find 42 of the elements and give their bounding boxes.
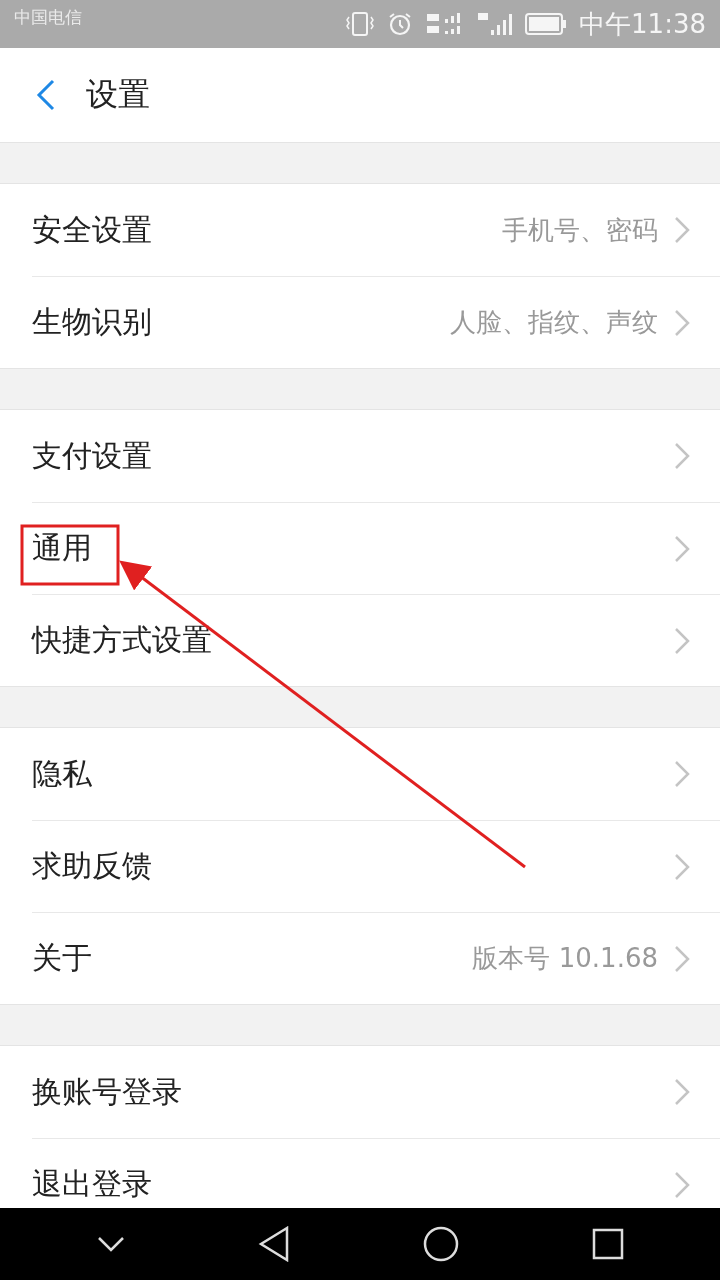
chevron-right-icon xyxy=(674,534,690,563)
back-icon[interactable] xyxy=(257,1226,290,1262)
chevron-right-icon xyxy=(674,1078,690,1106)
settings-row[interactable]: 生物识别 人脸、指纹、声纹 xyxy=(32,276,720,368)
row-label: 关于 xyxy=(32,939,93,977)
row-label: 安全设置 xyxy=(32,210,153,249)
settings-row[interactable]: 关于 版本号 10.1.68 xyxy=(32,912,720,1004)
settings-row[interactable]: 换账号登录 xyxy=(32,1046,720,1138)
chevron-right-icon xyxy=(674,944,690,973)
row-label: 生物识别 xyxy=(32,303,153,341)
carrier-name: 中国电信 xyxy=(14,6,82,29)
chevron-right-icon xyxy=(674,852,690,881)
chevron-right-icon xyxy=(674,1170,690,1199)
chevron-down-icon[interactable] xyxy=(96,1236,125,1252)
settings-row[interactable]: 隐私 xyxy=(32,728,720,820)
row-label: 支付设置 xyxy=(32,436,153,475)
settings-row[interactable]: 安全设置 手机号、密码 xyxy=(32,184,720,276)
settings-row[interactable]: 求助反馈 xyxy=(32,820,720,912)
settings-row[interactable]: 支付设置 xyxy=(32,410,720,502)
chevron-right-icon xyxy=(674,760,690,788)
row-value: 手机号、密码 xyxy=(502,213,658,247)
row-value: 人脸、指纹、声纹 xyxy=(450,306,658,339)
row-label: 通用 xyxy=(32,529,93,567)
signal-icon xyxy=(477,11,514,37)
page-title: 设置 xyxy=(86,74,150,115)
chevron-right-icon xyxy=(674,216,690,244)
row-label: 退出登录 xyxy=(32,1165,153,1203)
row-value: 版本号 10.1.68 xyxy=(472,942,658,975)
battery-icon xyxy=(525,13,568,35)
clock-time: 中午11:38 xyxy=(579,7,706,41)
settings-row[interactable]: 通用 xyxy=(32,502,720,594)
settings-row[interactable]: 快捷方式设置 xyxy=(32,594,720,686)
chevron-right-icon xyxy=(674,308,690,337)
row-label: 求助反馈 xyxy=(32,847,153,885)
row-label: 快捷方式设置 xyxy=(32,621,213,659)
vibrate-icon xyxy=(345,12,376,36)
home-icon[interactable] xyxy=(422,1226,459,1262)
chevron-right-icon xyxy=(674,626,690,655)
row-label: 隐私 xyxy=(32,754,93,793)
row-label: 换账号登录 xyxy=(32,1072,183,1111)
recent-apps-icon[interactable] xyxy=(591,1228,624,1260)
chevron-right-icon xyxy=(674,442,690,470)
